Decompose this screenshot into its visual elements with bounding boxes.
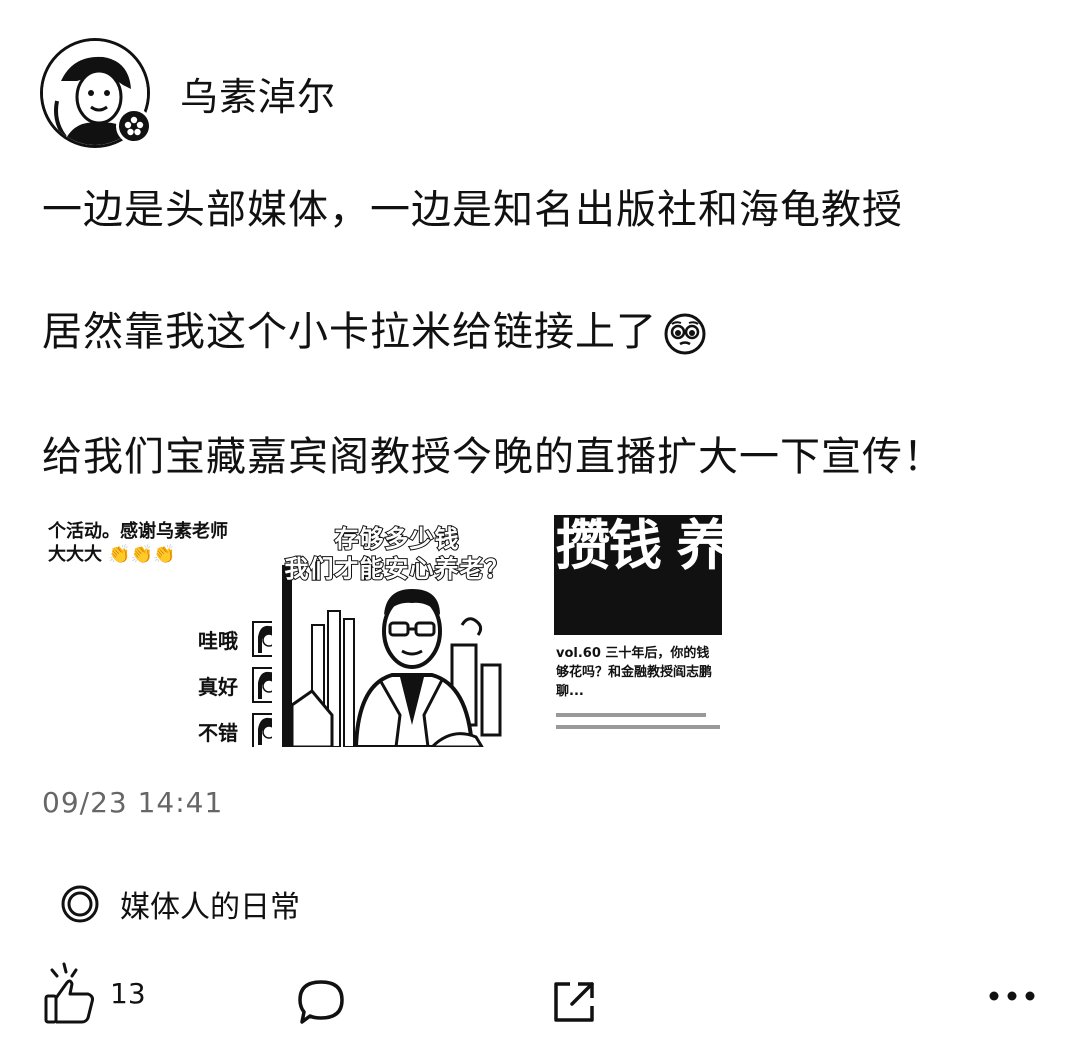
author-avatar[interactable] — [40, 38, 152, 148]
image-3-fine-print — [556, 711, 720, 740]
image-1-text-line: 大大大 👏👏👏 — [48, 543, 176, 565]
post-images: 个活动。感谢乌素老师 大大大 👏👏👏 哇哦 真好 不错 存够多少钱 我们才能安心… — [42, 515, 722, 750]
image-1-comment-text: 哇哦 — [198, 628, 238, 653]
thumbs-up-icon — [44, 962, 94, 1024]
topic-tag[interactable]: 媒体人的日常 — [60, 882, 300, 926]
author-name[interactable]: 乌素淖尔 — [180, 66, 336, 121]
image-1-text-line: 个活动。感谢乌素老师 — [48, 521, 228, 542]
share-button[interactable] — [550, 978, 598, 1026]
post-text-line-3: 给我们宝藏嘉宾阁教授今晚的直播扩大一下宣传！ — [42, 434, 944, 480]
post-text-line-1: 一边是头部媒体，一边是知名出版社和海龟教授 — [42, 187, 903, 233]
post-header: 乌素淖尔 — [40, 38, 336, 148]
post-image-3[interactable]: 攒钱 养老 vol.60 三十年后，你的钱够花吗？和金融教授阎志鹏聊... — [554, 515, 722, 747]
post-text-line-2-text: 居然靠我这个小卡拉米给链接上了 — [42, 309, 657, 355]
post-text-line-2: 居然靠我这个小卡拉米给链接上了 — [42, 308, 1042, 356]
post-image-2[interactable]: 存够多少钱 我们才能安心养老？ — [272, 515, 522, 747]
comment-bubble-icon — [298, 980, 344, 1024]
share-icon — [554, 982, 594, 1022]
more-options-button[interactable] — [988, 990, 1036, 1002]
fine-print-lines-icon — [556, 713, 720, 729]
action-bar: 13 — [0, 960, 1080, 1040]
image-3-big-text: 攒钱 养老 — [556, 515, 722, 577]
flower-icon — [116, 108, 152, 144]
mini-avatar-icon — [252, 621, 272, 657]
image-1-comment-text: 真好 — [198, 674, 238, 699]
like-count: 13 — [110, 976, 146, 1010]
topic-circle-icon — [61, 885, 99, 923]
mini-avatar-icon — [252, 667, 272, 703]
image-1-comment-row: 哇哦 — [180, 621, 272, 657]
image-2-title-line: 我们才能安心养老？ — [284, 554, 510, 584]
post-image-1[interactable]: 个活动。感谢乌素老师 大大大 👏👏👏 哇哦 真好 不错 — [42, 515, 272, 747]
image-1-comment-row: 不错 — [180, 713, 272, 747]
image-1-text: 个活动。感谢乌素老师 大大大 👏👏👏 — [48, 521, 228, 566]
image-3-cover: 攒钱 养老 — [554, 515, 722, 635]
image-1-comment-text: 不错 — [198, 720, 238, 745]
image-1-comment-row: 真好 — [180, 667, 272, 703]
image-3-caption: vol.60 三十年后，你的钱够花吗？和金融教授阎志鹏聊... — [556, 646, 713, 699]
post-timestamp: 09/23 14:41 — [42, 786, 224, 819]
more-dots-icon — [989, 991, 1035, 1001]
topic-label: 媒体人的日常 — [120, 890, 300, 925]
comment-button[interactable] — [296, 978, 346, 1026]
mini-avatar-icon — [252, 713, 272, 747]
like-button[interactable]: 13 — [42, 960, 146, 1026]
pleading-face-icon — [664, 313, 706, 355]
